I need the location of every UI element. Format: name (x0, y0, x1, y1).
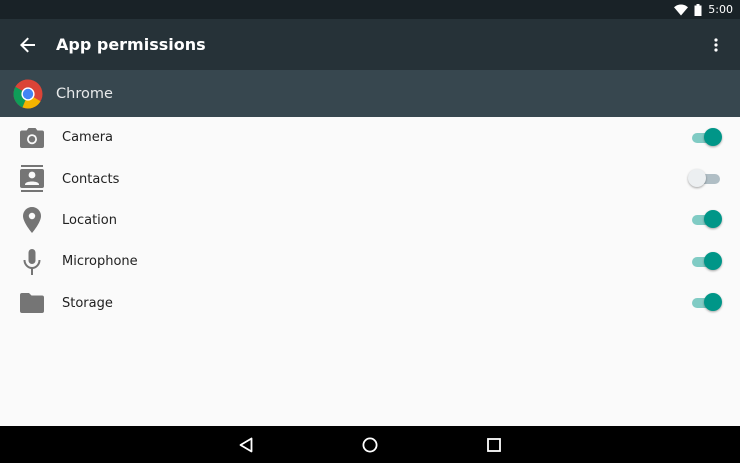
nav-home-button[interactable] (350, 426, 390, 463)
app-header: Chrome (0, 70, 740, 117)
status-time: 5:00 (708, 3, 733, 16)
permission-label: Camera (62, 130, 114, 146)
app-name: Chrome (56, 85, 113, 102)
more-vert-icon (714, 37, 718, 52)
contacts-icon (19, 165, 45, 193)
camera-toggle[interactable] (692, 127, 722, 148)
recents-square-icon (487, 437, 501, 452)
page-title: App permissions (56, 35, 206, 54)
contacts-toggle[interactable] (688, 169, 720, 189)
permission-row-camera[interactable]: Camera (0, 117, 740, 158)
nav-recents-button[interactable] (474, 426, 514, 463)
arrow-back-icon (20, 37, 35, 52)
folder-icon (19, 290, 45, 316)
back-triangle-icon (239, 437, 253, 452)
permission-row-storage[interactable]: Storage (0, 283, 740, 324)
location-pin-icon (19, 207, 45, 234)
microphone-toggle[interactable] (692, 251, 722, 272)
permission-list: Camera Contacts Location Microphone Stor… (0, 117, 740, 324)
camera-icon (19, 125, 45, 151)
overflow-menu-button[interactable] (700, 25, 732, 65)
navigation-bar (0, 426, 740, 463)
microphone-icon (19, 248, 45, 275)
permission-label: Microphone (62, 254, 138, 270)
permission-row-location[interactable]: Location (0, 200, 740, 241)
nav-back-button[interactable] (226, 426, 266, 463)
home-circle-icon (362, 437, 378, 452)
permission-label: Contacts (62, 171, 120, 187)
app-bar: App permissions (0, 19, 740, 70)
permission-label: Location (62, 212, 117, 228)
chrome-logo-icon (13, 79, 43, 109)
location-toggle[interactable] (692, 210, 722, 230)
status-bar: 5:00 (0, 0, 740, 19)
permission-row-microphone[interactable]: Microphone (0, 241, 740, 282)
permission-row-contacts[interactable]: Contacts (0, 158, 740, 199)
back-button[interactable] (8, 25, 48, 65)
battery-icon (694, 3, 702, 16)
permission-label: Storage (62, 295, 113, 311)
wifi-icon (674, 4, 689, 15)
storage-toggle[interactable] (692, 293, 722, 313)
